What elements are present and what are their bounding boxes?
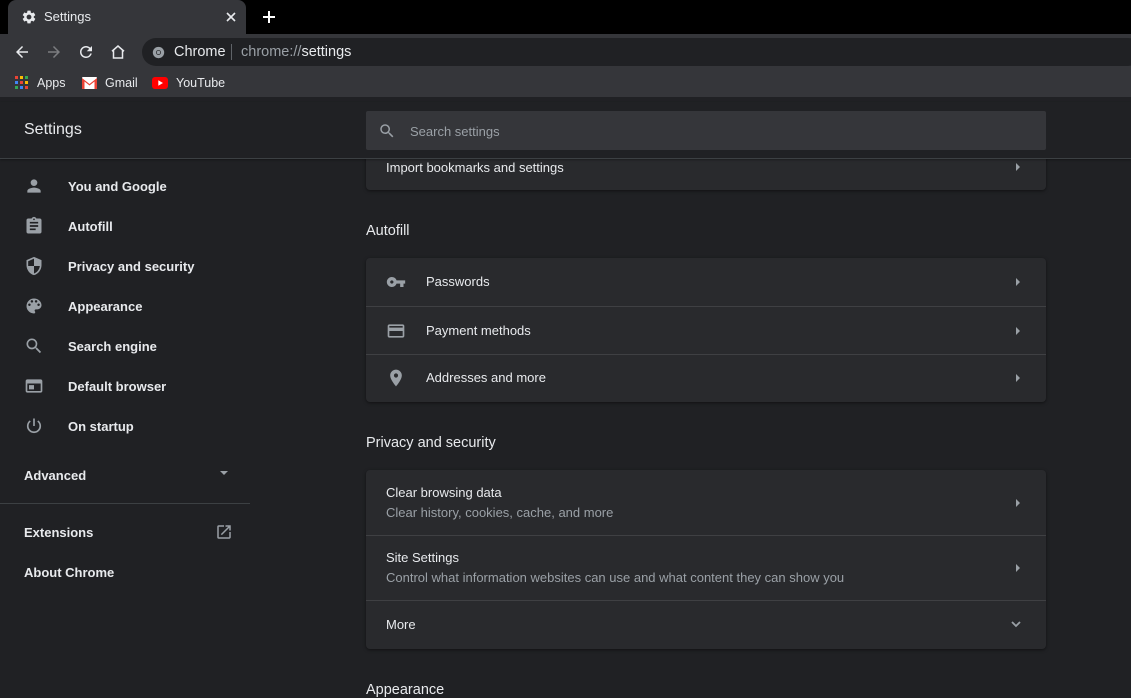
browser-toolbar: Chrome chrome://settings [0, 34, 1131, 70]
sidebar-item-label: You and Google [68, 179, 167, 194]
search-icon [24, 336, 44, 356]
bookmarks-bar: Apps Gmail YouTube [0, 70, 1131, 98]
arrow-right-icon [1012, 562, 1024, 574]
sidebar-about-chrome[interactable]: About Chrome [0, 556, 250, 588]
tab-strip: Settings [0, 0, 1131, 34]
gear-icon [21, 9, 37, 25]
url-text: chrome://settings [241, 44, 351, 60]
sidebar-advanced[interactable]: Advanced [0, 456, 250, 492]
payment-methods-row[interactable]: Payment methods [366, 307, 1046, 355]
passwords-row[interactable]: Passwords [366, 258, 1046, 306]
row-label: More [386, 617, 416, 632]
more-row[interactable]: More [366, 601, 1046, 649]
close-tab-icon[interactable] [223, 9, 239, 25]
site-settings-row[interactable]: Site Settings Control what information w… [366, 536, 1046, 600]
bookmark-label: YouTube [176, 76, 226, 90]
arrow-right-icon [1012, 497, 1024, 509]
privacy-card: Clear browsing data Clear history, cooki… [366, 470, 1046, 649]
back-arrow-icon[interactable] [13, 43, 31, 61]
row-label: Clear browsing data [386, 485, 502, 500]
caret-down-icon [218, 467, 230, 479]
url-scheme: chrome:// [241, 44, 302, 60]
settings-header: Settings [0, 102, 1131, 159]
browser-window-icon [24, 376, 44, 396]
forward-arrow-icon[interactable] [45, 43, 63, 61]
sidebar-item-privacy[interactable]: Privacy and security [0, 246, 250, 286]
clear-browsing-data-row[interactable]: Clear browsing data Clear history, cooki… [366, 470, 1046, 535]
search-settings-box[interactable] [366, 111, 1046, 150]
shield-icon [24, 256, 44, 276]
arrow-right-icon [1012, 161, 1024, 173]
sidebar-item-default-browser[interactable]: Default browser [0, 366, 250, 406]
apps-grid-icon [15, 76, 29, 90]
row-sublabel: Control what information websites can us… [386, 570, 845, 585]
sidebar-item-label: On startup [68, 419, 134, 434]
clipboard-icon [24, 216, 44, 236]
sidebar-item-on-startup[interactable]: On startup [0, 406, 250, 446]
chevron-down-icon [1009, 617, 1023, 631]
arrow-right-icon [1012, 276, 1024, 288]
bookmark-gmail[interactable]: Gmail [82, 76, 138, 90]
sidebar-item-label: Privacy and security [68, 259, 195, 274]
arrow-right-icon [1012, 372, 1024, 384]
chrome-logo-icon [152, 46, 165, 59]
row-label: Site Settings [386, 550, 459, 565]
search-icon [378, 122, 396, 140]
section-title-appearance: Appearance [366, 682, 445, 698]
sidebar-item-label: Autofill [68, 219, 113, 234]
bookmark-label: Gmail [105, 76, 138, 90]
gmail-icon [82, 77, 97, 89]
omnibox-separator [231, 44, 232, 60]
sidebar-divider [0, 503, 250, 504]
row-label: Passwords [426, 274, 490, 289]
advanced-label: Advanced [24, 468, 87, 483]
tab-settings[interactable]: Settings [8, 0, 246, 34]
tab-title: Settings [44, 9, 91, 24]
arrow-right-icon [1012, 325, 1024, 337]
open-in-new-icon [215, 523, 233, 541]
url-path: settings [301, 44, 352, 60]
address-bar[interactable]: Chrome chrome://settings [142, 38, 1131, 66]
palette-icon [24, 296, 44, 316]
sidebar-item-label: Search engine [68, 339, 157, 354]
sidebar-item-you-and-google[interactable]: You and Google [0, 166, 250, 206]
row-label: Import bookmarks and settings [386, 160, 564, 175]
key-icon [386, 272, 406, 292]
person-icon [24, 176, 44, 196]
page-title: Settings [24, 121, 82, 138]
addresses-row[interactable]: Addresses and more [366, 355, 1046, 402]
section-title-autofill: Autofill [366, 223, 410, 239]
row-label: Payment methods [426, 323, 531, 338]
settings-sidebar: You and Google Autofill Privacy and secu… [0, 160, 250, 698]
autofill-card: Passwords Payment methods Addresses and … [366, 258, 1046, 402]
sidebar-extensions[interactable]: Extensions [0, 515, 250, 547]
location-pin-icon [386, 368, 406, 388]
power-icon [24, 416, 44, 436]
new-tab-icon[interactable] [261, 9, 277, 25]
row-sublabel: Clear history, cookies, cache, and more [386, 505, 614, 520]
section-title-privacy: Privacy and security [366, 435, 496, 451]
bookmark-apps[interactable]: Apps [15, 76, 66, 90]
home-icon[interactable] [109, 43, 127, 61]
sidebar-item-label: Appearance [68, 299, 143, 314]
youtube-icon [152, 77, 168, 89]
search-input[interactable] [410, 120, 1010, 142]
sidebar-item-label: Default browser [68, 379, 167, 394]
sidebar-item-autofill[interactable]: Autofill [0, 206, 250, 246]
sidebar-item-appearance[interactable]: Appearance [0, 286, 250, 326]
bookmark-label: Apps [37, 76, 66, 90]
row-label: Addresses and more [426, 370, 546, 385]
bookmark-youtube[interactable]: YouTube [152, 76, 225, 90]
about-chrome-label: About Chrome [24, 565, 115, 580]
site-name: Chrome [174, 44, 226, 60]
credit-card-icon [386, 321, 406, 341]
extensions-label: Extensions [24, 525, 94, 540]
reload-icon[interactable] [77, 43, 95, 61]
sidebar-item-search-engine[interactable]: Search engine [0, 326, 250, 366]
